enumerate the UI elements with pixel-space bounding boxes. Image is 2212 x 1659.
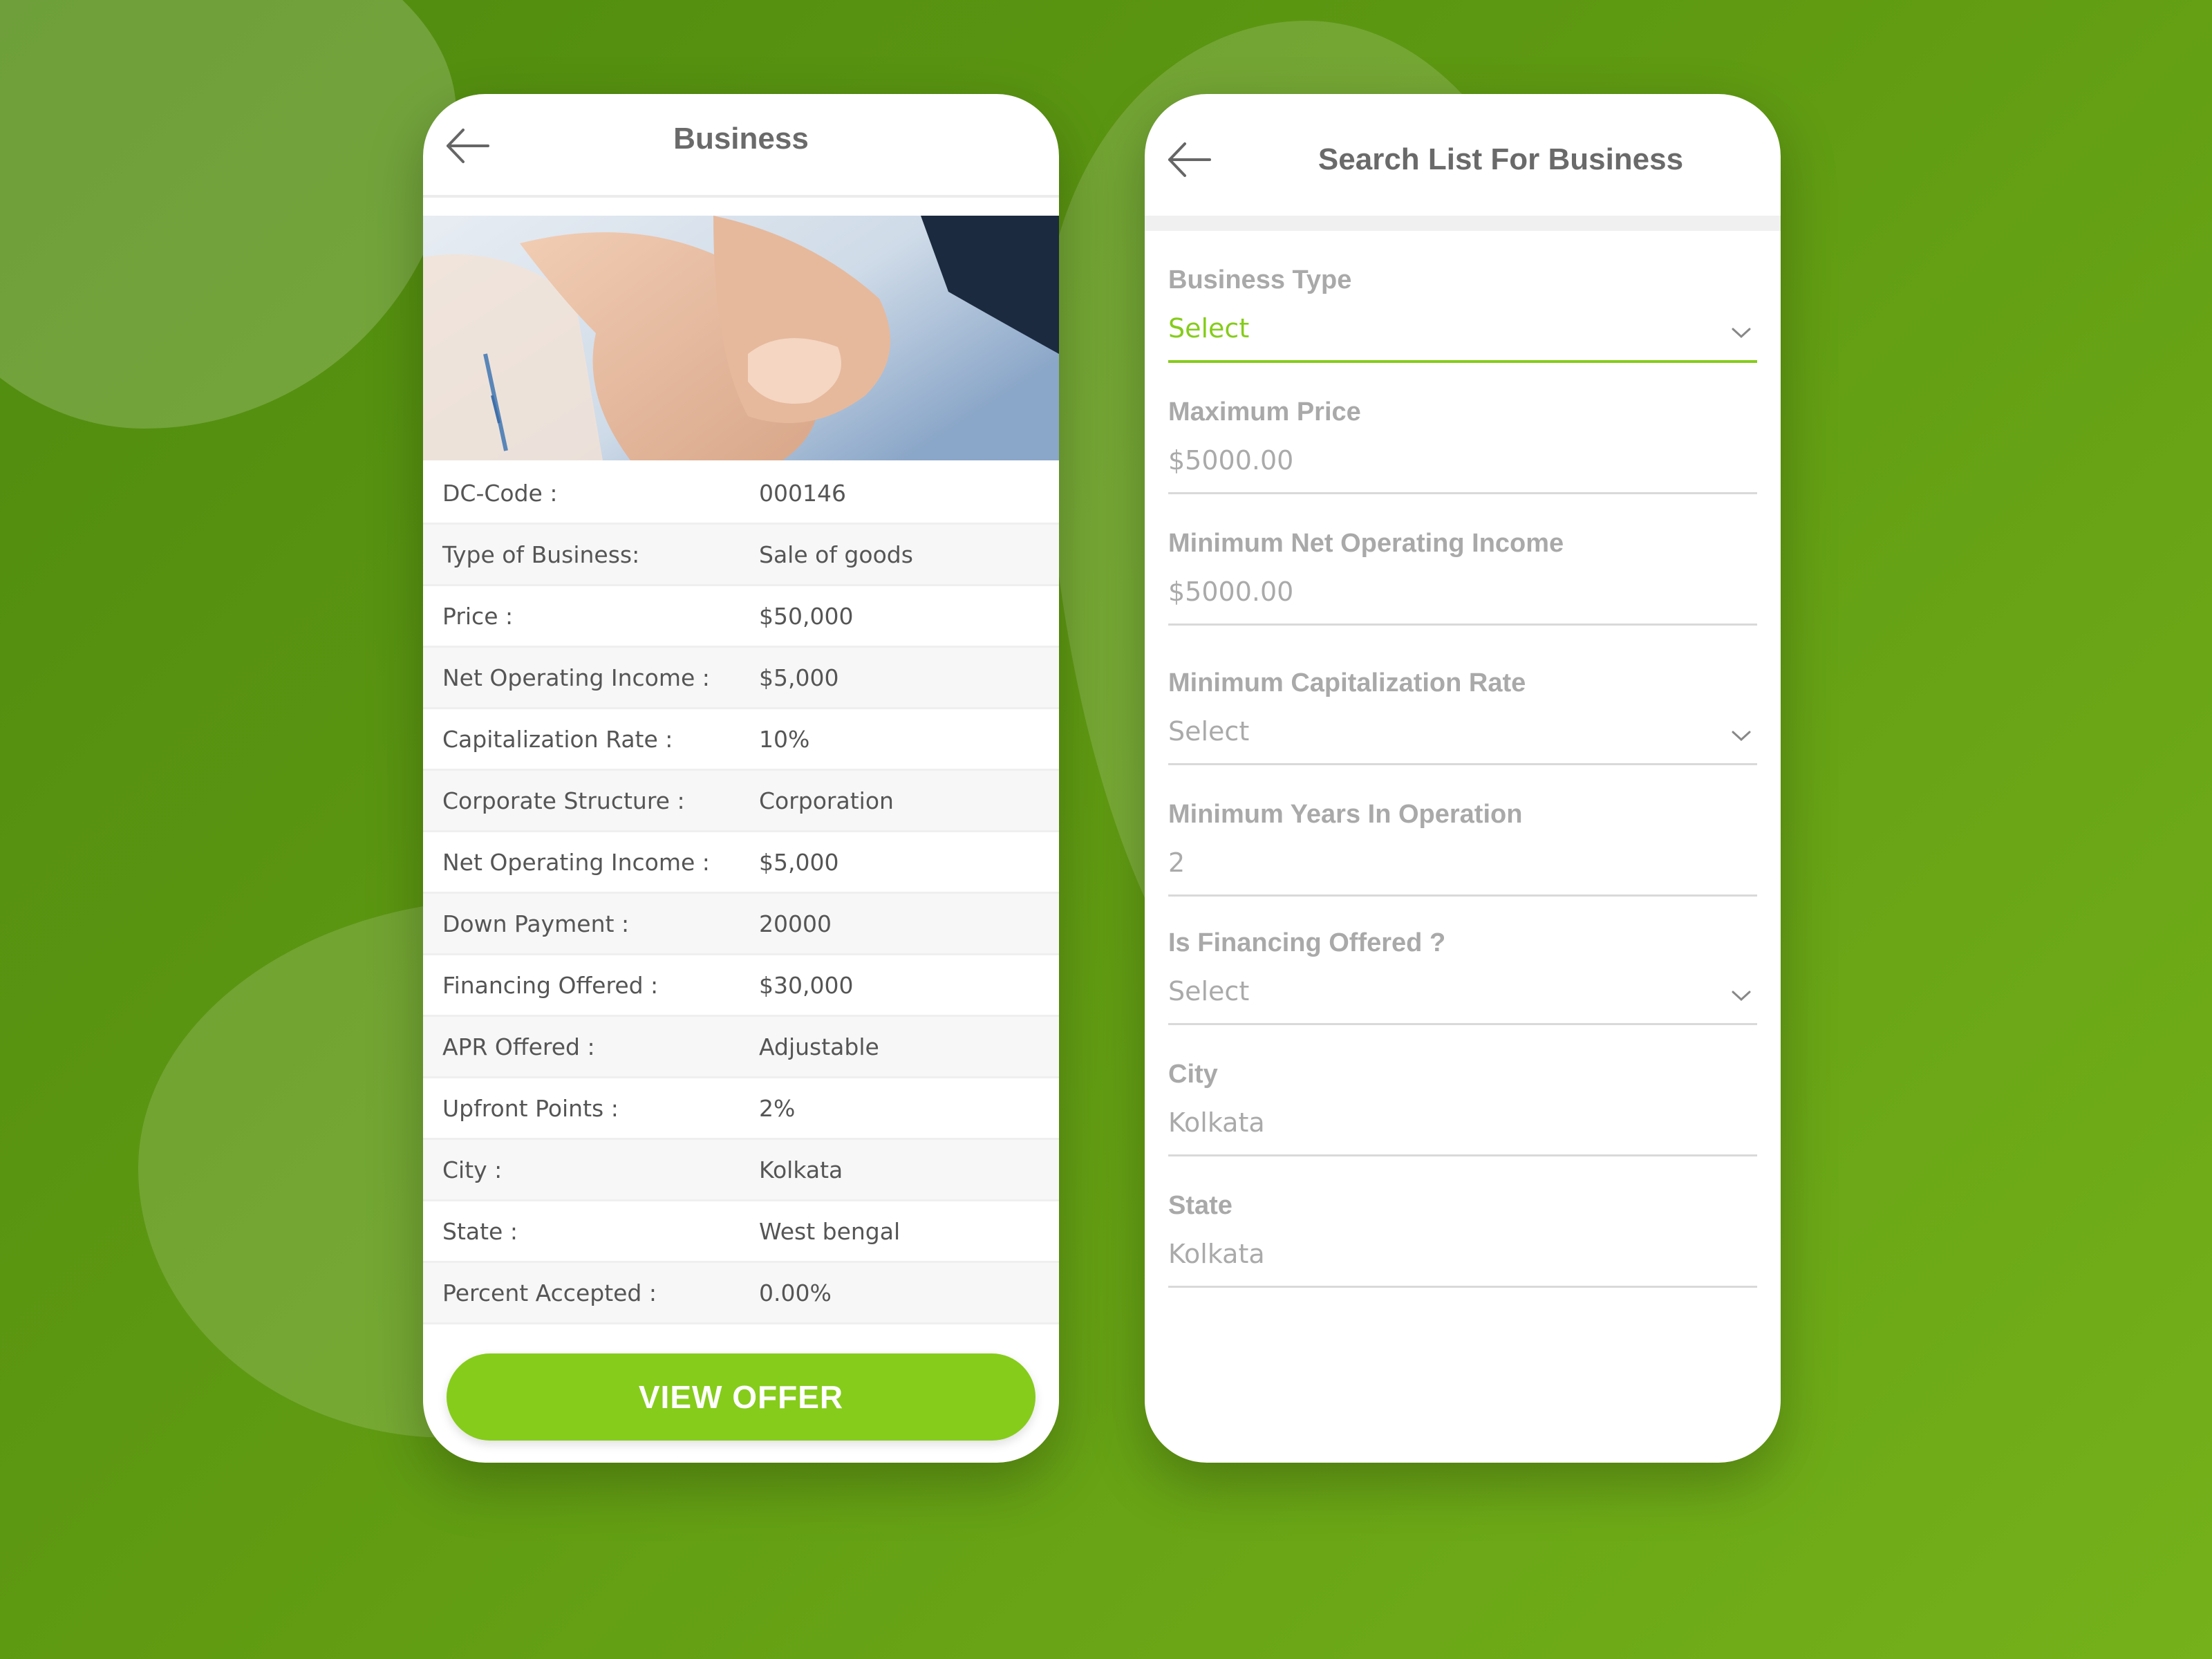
detail-value: Adjustable: [759, 1033, 879, 1060]
chevron-down-icon[interactable]: [1731, 729, 1752, 742]
field-value: Kolkata: [1168, 1107, 1265, 1138]
detail-row: Price : $50,000: [423, 586, 1059, 648]
detail-row: Type of Business: Sale of goods: [423, 525, 1059, 586]
detail-value: $50,000: [759, 602, 854, 630]
detail-value: West bengal: [759, 1217, 901, 1245]
detail-label: Capitalization Rate :: [442, 725, 673, 753]
detail-row: Net Operating Income : $5,000: [423, 832, 1059, 894]
detail-row: APR Offered : Adjustable: [423, 1017, 1059, 1078]
detail-value: Corporation: [759, 787, 894, 814]
detail-value: 000146: [759, 479, 846, 507]
detail-row: Net Operating Income : $5,000: [423, 648, 1059, 709]
detail-label: State :: [442, 1217, 518, 1245]
detail-row: Percent Accepted : 0.00%: [423, 1263, 1059, 1324]
detail-row: Capitalization Rate : 10%: [423, 709, 1059, 771]
page-title: Search List For Business: [1318, 142, 1684, 176]
field-label: Minimum Net Operating Income: [1168, 529, 1564, 558]
detail-row: Down Payment : 20000: [423, 894, 1059, 955]
detail-label: City :: [442, 1156, 503, 1183]
page-title: Business: [673, 122, 809, 156]
maximum-price-field[interactable]: Maximum Price $5000.00: [1168, 363, 1757, 494]
detail-value: $30,000: [759, 971, 854, 999]
app-bar: Business: [423, 94, 1059, 198]
detail-label: Type of Business:: [442, 541, 640, 568]
field-value: $5000.00: [1168, 445, 1294, 476]
detail-value: 10%: [759, 725, 810, 753]
detail-label: Upfront Points :: [442, 1094, 619, 1122]
detail-value: 2%: [759, 1094, 796, 1122]
business-type-select[interactable]: Business Type Select: [1168, 231, 1757, 363]
handshake-image: [423, 216, 1059, 460]
detail-row: Corporate Structure : Corporation: [423, 771, 1059, 832]
field-value: Kolkata: [1168, 1239, 1265, 1269]
field-label: Business Type: [1168, 265, 1352, 294]
detail-row: DC-Code : 000146: [423, 463, 1059, 525]
detail-value: Kolkata: [759, 1156, 843, 1183]
field-label: Is Financing Offered ?: [1168, 928, 1446, 957]
background-blob: [0, 0, 456, 429]
search-form: Business Type Select Maximum Price $5000.00…: [1168, 231, 1757, 1288]
field-label: Minimum Years In Operation: [1168, 800, 1523, 829]
field-value: Select: [1168, 976, 1250, 1006]
field-label: Minimum Capitalization Rate: [1168, 668, 1526, 697]
detail-row: Upfront Points : 2%: [423, 1078, 1059, 1140]
business-details-table: DC-Code : 000146 Type of Business: Sale of …: [423, 463, 1059, 1324]
detail-label: Percent Accepted :: [442, 1279, 657, 1306]
business-detail-screen: Business DC-Code : 000146 Type of Business…: [423, 94, 1059, 1463]
detail-row: City : Kolkata: [423, 1140, 1059, 1201]
app-bar: Search List For Business: [1145, 94, 1781, 231]
minimum-net-operating-income-field[interactable]: Minimum Net Operating Income $5000.00: [1168, 494, 1757, 626]
minimum-years-in-operation-field[interactable]: Minimum Years In Operation 2: [1168, 765, 1757, 897]
detail-label: Down Payment :: [442, 910, 630, 937]
detail-value: 20000: [759, 910, 832, 937]
detail-label: Corporate Structure :: [442, 787, 685, 814]
minimum-capitalization-rate-select[interactable]: Minimum Capitalization Rate Select: [1168, 634, 1757, 765]
detail-label: APR Offered :: [442, 1033, 595, 1060]
city-field[interactable]: City Kolkata: [1168, 1025, 1757, 1156]
field-value: 2: [1168, 847, 1185, 878]
field-value: Select: [1168, 716, 1250, 747]
field-value: $5000.00: [1168, 577, 1294, 607]
detail-value: $5,000: [759, 664, 839, 691]
detail-value: 0.00%: [759, 1279, 832, 1306]
detail-label: Net Operating Income :: [442, 848, 710, 876]
is-financing-offered-select[interactable]: Is Financing Offered ? Select: [1168, 894, 1757, 1025]
detail-value: Sale of goods: [759, 541, 913, 568]
view-offer-button[interactable]: VIEW OFFER: [447, 1353, 1035, 1441]
chevron-down-icon[interactable]: [1731, 988, 1752, 1002]
detail-row: Financing Offered : $30,000: [423, 955, 1059, 1017]
state-field[interactable]: State Kolkata: [1168, 1156, 1757, 1288]
field-label: State: [1168, 1191, 1232, 1220]
field-label: City: [1168, 1060, 1218, 1089]
detail-value: $5,000: [759, 848, 839, 876]
detail-label: Net Operating Income :: [442, 664, 710, 691]
field-value: Select: [1168, 313, 1250, 344]
detail-label: Financing Offered :: [442, 971, 659, 999]
field-label: Maximum Price: [1168, 397, 1361, 427]
search-list-screen: Search List For Business Business Type Se…: [1145, 94, 1781, 1463]
detail-label: DC-Code :: [442, 479, 558, 507]
detail-row: State : West bengal: [423, 1201, 1059, 1263]
detail-label: Price :: [442, 602, 514, 630]
chevron-down-icon[interactable]: [1731, 326, 1752, 339]
